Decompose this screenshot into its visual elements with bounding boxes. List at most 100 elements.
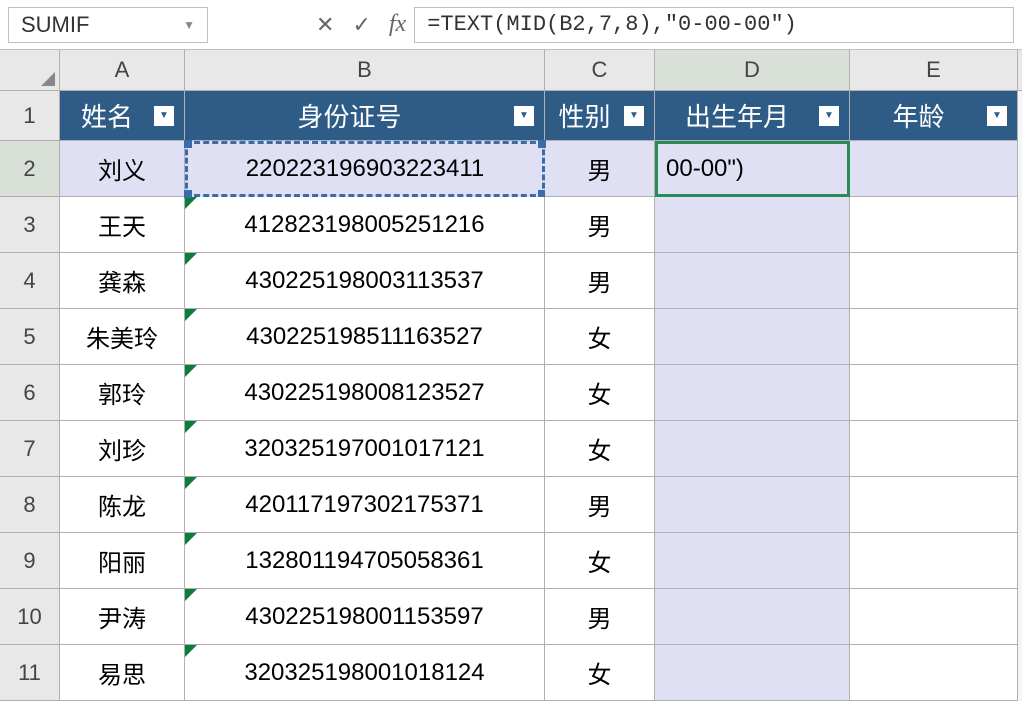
table-row: 10 尹涛 430225198001153597 男 [0, 589, 1022, 645]
table-row: 5 朱美玲 430225198511163527 女 [0, 309, 1022, 365]
cell-E9[interactable] [850, 533, 1018, 589]
fx-icon[interactable]: fx [389, 11, 406, 38]
row-header-9[interactable]: 9 [0, 533, 60, 589]
cell-B7[interactable]: 320325197001017121 [185, 421, 545, 477]
header-age[interactable]: 年龄▼ [850, 91, 1018, 141]
cell-D2-active[interactable]: 00-00") [655, 141, 850, 197]
name-box[interactable]: SUMIF ▼ [8, 7, 208, 43]
header-id[interactable]: 身份证号▼ [185, 91, 545, 141]
cell-D7[interactable] [655, 421, 850, 477]
cell-E7[interactable] [850, 421, 1018, 477]
error-indicator-icon [185, 253, 197, 265]
row-header-11[interactable]: 11 [0, 645, 60, 701]
cell-D10[interactable] [655, 589, 850, 645]
cell-E6[interactable] [850, 365, 1018, 421]
cell-D8[interactable] [655, 477, 850, 533]
select-all-corner[interactable] [0, 50, 60, 90]
header-gender[interactable]: 性别▼ [545, 91, 655, 141]
cell-C4[interactable]: 男 [545, 253, 655, 309]
cell-C11[interactable]: 女 [545, 645, 655, 701]
cell-A3[interactable]: 王天 [60, 197, 185, 253]
cell-D11[interactable] [655, 645, 850, 701]
table-row: 8 陈龙 420117197302175371 男 [0, 477, 1022, 533]
row-header-8[interactable]: 8 [0, 477, 60, 533]
filter-icon[interactable]: ▼ [987, 106, 1007, 126]
table-row: 1 姓名▼ 身份证号▼ 性别▼ 出生年月▼ 年龄▼ [0, 91, 1022, 141]
cancel-icon[interactable]: ✕ [316, 12, 334, 38]
cell-C9[interactable]: 女 [545, 533, 655, 589]
cell-A5[interactable]: 朱美玲 [60, 309, 185, 365]
cell-E11[interactable] [850, 645, 1018, 701]
col-header-C[interactable]: C [545, 50, 655, 90]
formula-bar-buttons: ✕ ✓ fx [316, 11, 406, 38]
header-dob[interactable]: 出生年月▼ [655, 91, 850, 141]
row-header-7[interactable]: 7 [0, 421, 60, 477]
cell-C5[interactable]: 女 [545, 309, 655, 365]
col-header-D[interactable]: D [655, 50, 850, 90]
error-indicator-icon [185, 421, 197, 433]
cell-B8[interactable]: 420117197302175371 [185, 477, 545, 533]
cell-E4[interactable] [850, 253, 1018, 309]
cell-C7[interactable]: 女 [545, 421, 655, 477]
cell-E8[interactable] [850, 477, 1018, 533]
cell-E5[interactable] [850, 309, 1018, 365]
name-box-value: SUMIF [21, 12, 89, 38]
error-indicator-icon [185, 645, 197, 657]
enter-icon[interactable]: ✓ [352, 12, 370, 38]
cell-A10[interactable]: 尹涛 [60, 589, 185, 645]
cell-B4[interactable]: 430225198003113537 [185, 253, 545, 309]
cell-A8[interactable]: 陈龙 [60, 477, 185, 533]
row-header-6[interactable]: 6 [0, 365, 60, 421]
filter-icon[interactable]: ▼ [624, 106, 644, 126]
cell-B9[interactable]: 132801194705058361 [185, 533, 545, 589]
cell-B3[interactable]: 412823198005251216 [185, 197, 545, 253]
cell-C8[interactable]: 男 [545, 477, 655, 533]
filter-icon[interactable]: ▼ [819, 106, 839, 126]
error-indicator-icon [185, 477, 197, 489]
cell-D4[interactable] [655, 253, 850, 309]
row-header-1[interactable]: 1 [0, 91, 60, 141]
cell-A9[interactable]: 阳丽 [60, 533, 185, 589]
cell-D6[interactable] [655, 365, 850, 421]
cell-C3[interactable]: 男 [545, 197, 655, 253]
error-indicator-icon [185, 589, 197, 601]
cell-B2[interactable]: 220223196903223411 [185, 141, 545, 197]
filter-icon[interactable]: ▼ [514, 106, 534, 126]
row-header-2[interactable]: 2 [0, 141, 60, 197]
formula-text: =TEXT(MID(B2,7,8),"0-00-00") [427, 12, 797, 37]
cell-C2[interactable]: 男 [545, 141, 655, 197]
table-row: 4 龚森 430225198003113537 男 [0, 253, 1022, 309]
cell-A4[interactable]: 龚森 [60, 253, 185, 309]
row-header-10[interactable]: 10 [0, 589, 60, 645]
table-row: 3 王天 412823198005251216 男 [0, 197, 1022, 253]
column-headers-row: A B C D E [0, 50, 1022, 91]
row-header-3[interactable]: 3 [0, 197, 60, 253]
col-header-B[interactable]: B [185, 50, 545, 90]
cell-B11[interactable]: 320325198001018124 [185, 645, 545, 701]
col-header-E[interactable]: E [850, 50, 1018, 90]
row-header-4[interactable]: 4 [0, 253, 60, 309]
cell-E10[interactable] [850, 589, 1018, 645]
cell-A11[interactable]: 易思 [60, 645, 185, 701]
cell-A2[interactable]: 刘义 [60, 141, 185, 197]
cell-C10[interactable]: 男 [545, 589, 655, 645]
cell-D9[interactable] [655, 533, 850, 589]
formula-input[interactable]: =TEXT(MID(B2,7,8),"0-00-00") [414, 7, 1014, 43]
cell-B10[interactable]: 430225198001153597 [185, 589, 545, 645]
cell-B5[interactable]: 430225198511163527 [185, 309, 545, 365]
cell-C6[interactable]: 女 [545, 365, 655, 421]
cell-A6[interactable]: 郭玲 [60, 365, 185, 421]
filter-icon[interactable]: ▼ [154, 106, 174, 126]
cell-A7[interactable]: 刘珍 [60, 421, 185, 477]
cell-B6[interactable]: 430225198008123527 [185, 365, 545, 421]
cell-D5[interactable] [655, 309, 850, 365]
row-header-5[interactable]: 5 [0, 309, 60, 365]
cell-E2[interactable] [850, 141, 1018, 197]
header-name[interactable]: 姓名▼ [60, 91, 185, 141]
cell-D3[interactable] [655, 197, 850, 253]
cell-E3[interactable] [850, 197, 1018, 253]
name-box-dropdown-icon[interactable]: ▼ [183, 18, 195, 32]
table-row: 2 刘义 220223196903223411 男 00-00") [0, 141, 1022, 197]
error-indicator-icon [185, 197, 197, 209]
col-header-A[interactable]: A [60, 50, 185, 90]
